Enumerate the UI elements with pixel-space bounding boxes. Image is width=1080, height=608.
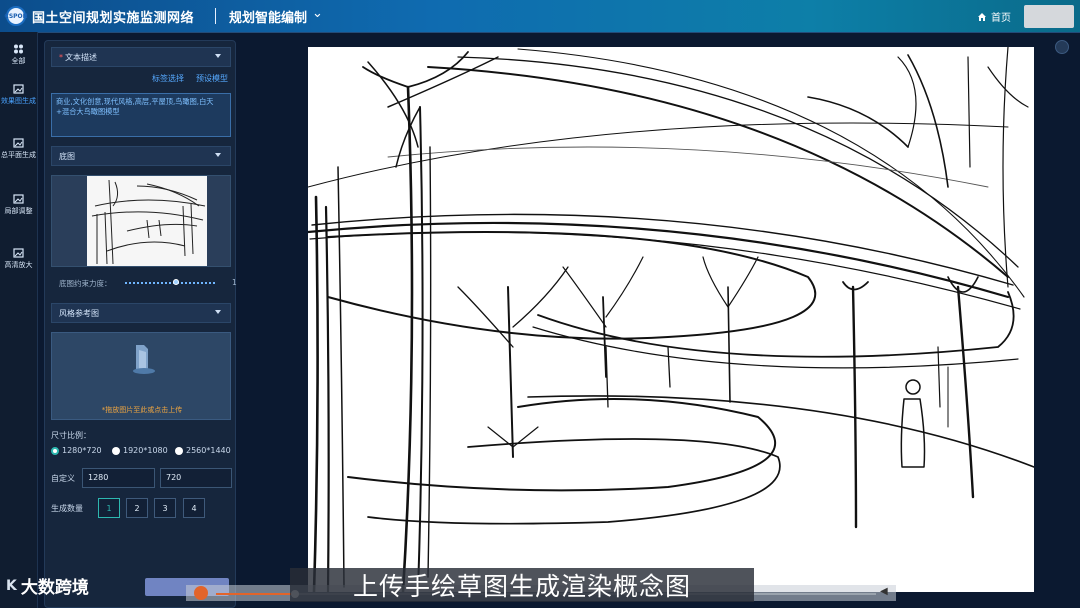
watermark-brand: K 大数跨境 [6, 573, 89, 599]
image-icon [13, 84, 24, 94]
sidebar-item-all[interactable]: 全部 [0, 44, 37, 66]
sidebar-item-render[interactable]: 效果图生成 [0, 84, 37, 106]
home-label: 首页 [991, 13, 1011, 24]
width-input[interactable]: 1280 [82, 468, 155, 488]
side-nav: 全部 效果图生成 总平面生成 局部调整 高清放大 [0, 32, 38, 608]
sidebar-item-label: 局部调整 [4, 207, 33, 215]
count-option-4[interactable]: 4 [183, 498, 205, 518]
volume-icon[interactable]: ◀ [880, 586, 888, 597]
prompt-textarea[interactable]: 商业,文化创意,现代风格,高层,平屋顶,鸟瞰图,白天+混合大鸟瞰图模型 [51, 93, 231, 137]
custom-size-label: 自定义 [51, 474, 75, 483]
radio-icon [175, 446, 183, 455]
preset-model-link[interactable]: 预设模型 [196, 73, 228, 84]
constraint-slider-handle[interactable] [172, 279, 179, 285]
style-ref-title: 风格参考图 [59, 308, 99, 318]
constraint-label: 底图约束力度： [59, 279, 112, 288]
caret-down-icon [215, 54, 221, 58]
size-option-1920[interactable]: 1920*1080 [112, 446, 168, 455]
upload-hint: *拖放图片至此或点击上传 [101, 406, 183, 414]
sidebar-item-label: 效果图生成 [1, 97, 36, 105]
pause-button[interactable] [194, 586, 208, 600]
sidebar-item-label: 高清放大 [4, 261, 33, 269]
brand-logo-icon: K [6, 577, 17, 594]
sidebar-item-site-plan[interactable]: 总平面生成 [0, 138, 37, 160]
count-label: 生成数量 [51, 504, 83, 513]
tag-select-link[interactable]: 标签选择 [152, 73, 184, 84]
home-link[interactable]: 首页 [977, 9, 1011, 24]
size-option-2560[interactable]: 2560*1440 [175, 446, 231, 455]
count-option-2[interactable]: 2 [126, 498, 148, 518]
image-icon [13, 194, 24, 204]
caret-down-icon [215, 310, 221, 314]
control-panel: * 文本描述 标签选择 预设模型 商业,文化创意,现代风格,高层,平屋顶,鸟瞰图… [44, 40, 237, 608]
height-input[interactable]: 720 [160, 468, 232, 488]
user-avatar[interactable] [1024, 5, 1074, 28]
top-header: CSPON 国土空间规划实施监测网络 规划智能编制 ⌄ 首页 [0, 0, 1080, 32]
text-desc-header[interactable]: * 文本描述 [51, 47, 231, 67]
radio-selected-icon [51, 446, 59, 455]
upload-icon [133, 345, 155, 374]
sketch-thumbnail [87, 176, 207, 266]
size-option-1280[interactable]: 1280*720 [51, 446, 102, 455]
chevron-down-icon[interactable]: ⌄ [312, 6, 323, 21]
radio-icon [112, 446, 120, 455]
sidebar-item-local-adjust[interactable]: 局部调整 [0, 194, 37, 216]
app-title: 国土空间规划实施监测网络 [32, 11, 195, 26]
sidebar-item-label: 全部 [11, 57, 26, 65]
constraint-slider-track[interactable] [125, 282, 217, 284]
size-option-label: 2560*1440 [186, 446, 231, 455]
count-option-1[interactable]: 1 [98, 498, 120, 518]
grid-icon [14, 44, 23, 54]
base-constraint-row: 底图约束力度： 1 [59, 278, 237, 289]
sketch-canvas[interactable] [306, 46, 1035, 594]
canvas-options-button[interactable] [1055, 40, 1069, 54]
sidebar-item-label: 总平面生成 [1, 151, 36, 159]
cspon-logo[interactable]: CSPON [4, 6, 28, 26]
style-upload-dropzone[interactable]: *拖放图片至此或点击上传 [51, 332, 231, 420]
base-image-header[interactable]: 底图 [51, 146, 231, 166]
base-image-preview[interactable] [51, 175, 231, 267]
image-icon [13, 138, 24, 148]
style-ref-header[interactable]: 风格参考图 [51, 303, 231, 323]
size-option-label: 1280*720 [62, 446, 102, 455]
constraint-value: 1 [232, 278, 237, 287]
size-label: 尺寸比例： [51, 431, 91, 440]
home-icon [978, 12, 986, 21]
progress-fill [216, 593, 296, 595]
base-image-title: 底图 [59, 151, 75, 161]
caret-down-icon [215, 153, 221, 157]
brand-name: 大数跨境 [20, 578, 89, 598]
image-icon [13, 248, 24, 258]
count-option-3[interactable]: 3 [154, 498, 176, 518]
required-mark: * [59, 52, 63, 62]
sketch-drawing [306, 46, 1035, 594]
sidebar-item-upscale[interactable]: 高清放大 [0, 248, 37, 270]
title-divider [215, 8, 216, 24]
module-title[interactable]: 规划智能编制 [229, 7, 307, 26]
text-desc-title: 文本描述 [65, 52, 97, 62]
video-subtitle: 上传手绘草图生成渲染概念图 [352, 572, 691, 601]
size-option-label: 1920*1080 [123, 446, 168, 455]
